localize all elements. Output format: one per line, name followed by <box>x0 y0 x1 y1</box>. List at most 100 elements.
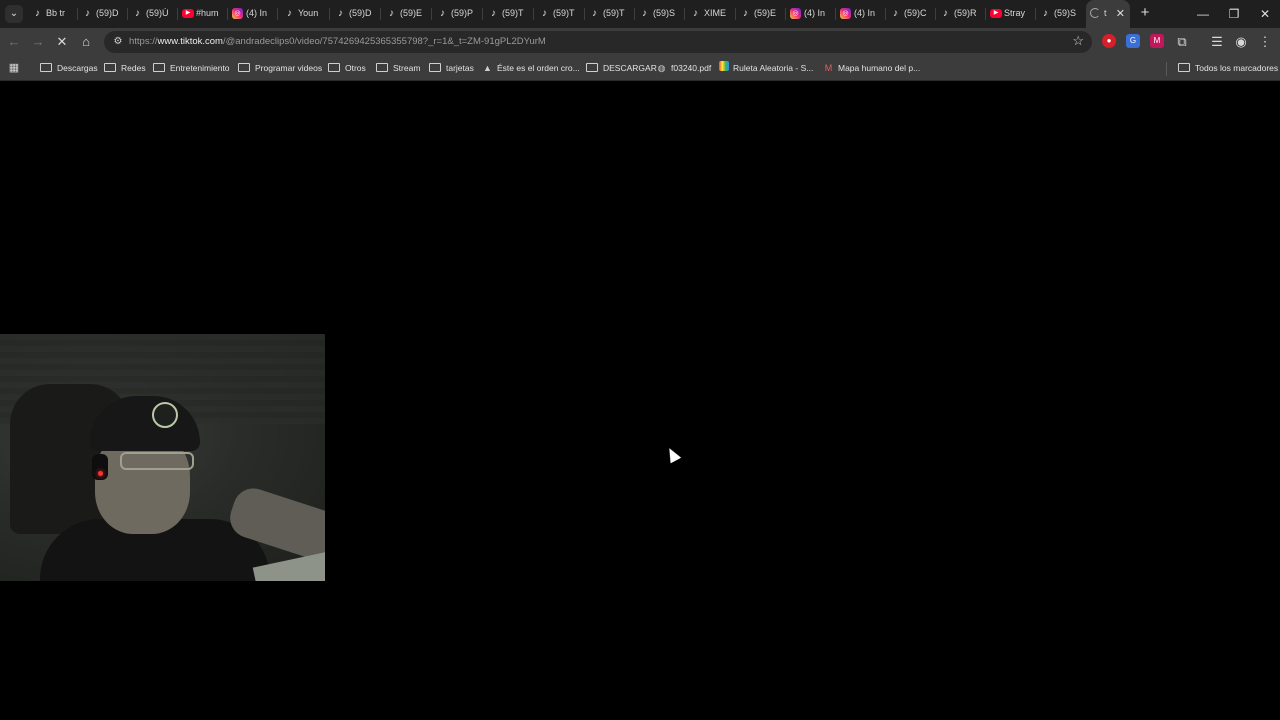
tab-strip: ⌄ ♪ Bb tr ♪ (59)D ♪ (59)Ú ▶ #hum ◎ (4) In ♪ Yo… <box>0 0 1280 28</box>
bookmark-link[interactable]: ▲ Éste es el orden cro... <box>482 61 580 75</box>
instagram-icon: ◎ <box>840 8 851 19</box>
page-icon: ▲ <box>483 63 492 73</box>
bookmark-link[interactable]: ◍ f03240.pdf <box>656 61 712 75</box>
bookmark-folder[interactable]: Programar videos <box>238 61 322 75</box>
address-bar[interactable]: ⚙ https://www.tiktok.com/@andradeclips0/… <box>104 31 1092 53</box>
close-window-button[interactable]: ✕ <box>1250 0 1280 28</box>
tiktok-icon: ♪ <box>592 8 597 19</box>
bookmark-folder[interactable]: Entretenimiento <box>153 61 230 75</box>
tab[interactable]: ◎ (4) In <box>786 0 836 28</box>
tab[interactable]: ♪ (59)C <box>886 0 936 28</box>
tab[interactable]: ◎ (4) In <box>228 0 278 28</box>
folder-icon <box>40 63 52 72</box>
headset <box>92 454 108 480</box>
tiktok-icon: ♪ <box>642 8 647 19</box>
bookmarks-divider <box>1166 62 1167 76</box>
tab[interactable]: ♪ (59)D <box>331 0 381 28</box>
apps-grid-icon[interactable]: ▦ <box>5 59 23 77</box>
tiktok-icon: ♪ <box>491 8 496 19</box>
bookmark-folder[interactable]: Descargas <box>40 61 98 75</box>
loading-spinner-icon <box>1090 8 1100 18</box>
tab[interactable]: ◎ (4) In <box>836 0 886 28</box>
bookmark-link[interactable]: Ruleta Aleatoria - S... <box>719 61 813 75</box>
webcam-video[interactable] <box>0 334 325 581</box>
map-icon: M <box>824 63 833 73</box>
back-arrow-icon[interactable]: ← <box>5 33 23 51</box>
extensions-puzzle-icon[interactable]: ⧉ <box>1173 33 1191 51</box>
person-glasses <box>120 452 194 470</box>
cap-logo <box>152 402 178 428</box>
tiktok-icon: ♪ <box>693 8 698 19</box>
tab[interactable]: ♪ (59)E <box>736 0 786 28</box>
tiktok-icon: ♪ <box>440 8 445 19</box>
tiktok-icon: ♪ <box>943 8 948 19</box>
page-content <box>0 81 1280 720</box>
bookmark-folder[interactable]: tarjetas <box>429 61 474 75</box>
bookmark-star-icon[interactable]: ☆ <box>1072 33 1084 49</box>
translate-extension-icon[interactable]: G <box>1126 34 1140 48</box>
restore-button[interactable]: ❐ <box>1219 0 1249 28</box>
new-tab-button[interactable]: + <box>1136 4 1154 22</box>
tab[interactable]: ▶ Stray <box>986 0 1036 28</box>
tab[interactable]: ♪ (59)T <box>484 0 534 28</box>
tiktok-icon: ♪ <box>743 8 748 19</box>
profile-avatar-icon[interactable]: ◉ <box>1232 33 1250 51</box>
extension-m-icon[interactable]: M <box>1150 34 1164 48</box>
tab[interactable]: ♪ (59)D <box>78 0 128 28</box>
bookmark-folder[interactable]: Stream <box>376 61 420 75</box>
tab[interactable]: ♪ XIME <box>686 0 736 28</box>
instagram-icon: ◎ <box>232 8 243 19</box>
bookmark-folder[interactable]: DESCARGAR <box>586 61 657 75</box>
folder-icon <box>328 63 340 72</box>
tiktok-icon: ♪ <box>389 8 394 19</box>
tab[interactable]: ▶ #hum <box>178 0 228 28</box>
bookmark-folder[interactable]: Redes <box>104 61 146 75</box>
navigation-toolbar: ← → ✕ ⌂ ⚙ https://www.tiktok.com/@andrad… <box>0 28 1280 56</box>
youtube-icon: ▶ <box>182 9 194 18</box>
folder-icon <box>104 63 116 72</box>
tab[interactable]: ♪ (59)R <box>936 0 986 28</box>
tab[interactable]: ♪ (59)S <box>1036 0 1086 28</box>
site-info-icon[interactable]: ⚙ <box>110 34 126 50</box>
bookmarks-bar: ▦ Descargas Redes Entretenimiento Progra… <box>0 56 1280 81</box>
tiktok-icon: ♪ <box>135 8 140 19</box>
all-bookmarks-folder[interactable]: Todos los marcadores <box>1178 61 1278 75</box>
media-control-icon[interactable]: ☰ <box>1208 33 1226 51</box>
folder-icon <box>153 63 165 72</box>
bookmark-link[interactable]: M Mapa humano del p... <box>823 61 920 75</box>
close-tab-icon[interactable]: ✕ <box>1116 7 1125 20</box>
tiktok-icon: ♪ <box>893 8 898 19</box>
folder-icon <box>586 63 598 72</box>
tab-active[interactable]: t ✕ <box>1086 0 1130 28</box>
tab[interactable]: ♪ (59)Ú <box>128 0 178 28</box>
home-icon[interactable]: ⌂ <box>77 33 95 51</box>
tiktok-icon: ♪ <box>287 8 292 19</box>
url-text[interactable]: https://www.tiktok.com/@andradeclips0/vi… <box>129 36 546 47</box>
minimize-button[interactable]: — <box>1188 0 1218 28</box>
tiktok-icon: ♪ <box>35 8 40 19</box>
headset-led <box>98 471 103 476</box>
folder-icon <box>376 63 388 72</box>
extension-red-icon[interactable]: ● <box>1102 34 1116 48</box>
tab[interactable]: ♪ Bb tr <box>28 0 78 28</box>
tiktok-icon: ♪ <box>542 8 547 19</box>
tab[interactable]: ♪ (59)S <box>635 0 685 28</box>
tiktok-icon: ♪ <box>1043 8 1048 19</box>
tab[interactable]: ♪ Youn <box>280 0 330 28</box>
menu-kebab-icon[interactable]: ⋮ <box>1256 33 1274 51</box>
tab[interactable]: ♪ (59)T <box>535 0 585 28</box>
tiktok-icon: ♪ <box>85 8 90 19</box>
globe-icon: ◍ <box>657 63 666 73</box>
folder-icon <box>238 63 250 72</box>
wheel-icon <box>719 61 729 71</box>
forward-arrow-icon[interactable]: → <box>29 33 47 51</box>
folder-icon <box>429 63 441 72</box>
tab-search-button[interactable]: ⌄ <box>5 5 23 23</box>
tab[interactable]: ♪ (59)T <box>585 0 635 28</box>
instagram-icon: ◎ <box>790 8 801 19</box>
bookmark-folder[interactable]: Otros <box>328 61 366 75</box>
tab[interactable]: ♪ (59)P <box>433 0 483 28</box>
stop-loading-icon[interactable]: ✕ <box>53 33 71 51</box>
tiktok-icon: ♪ <box>338 8 343 19</box>
tab[interactable]: ♪ (59)E <box>382 0 432 28</box>
